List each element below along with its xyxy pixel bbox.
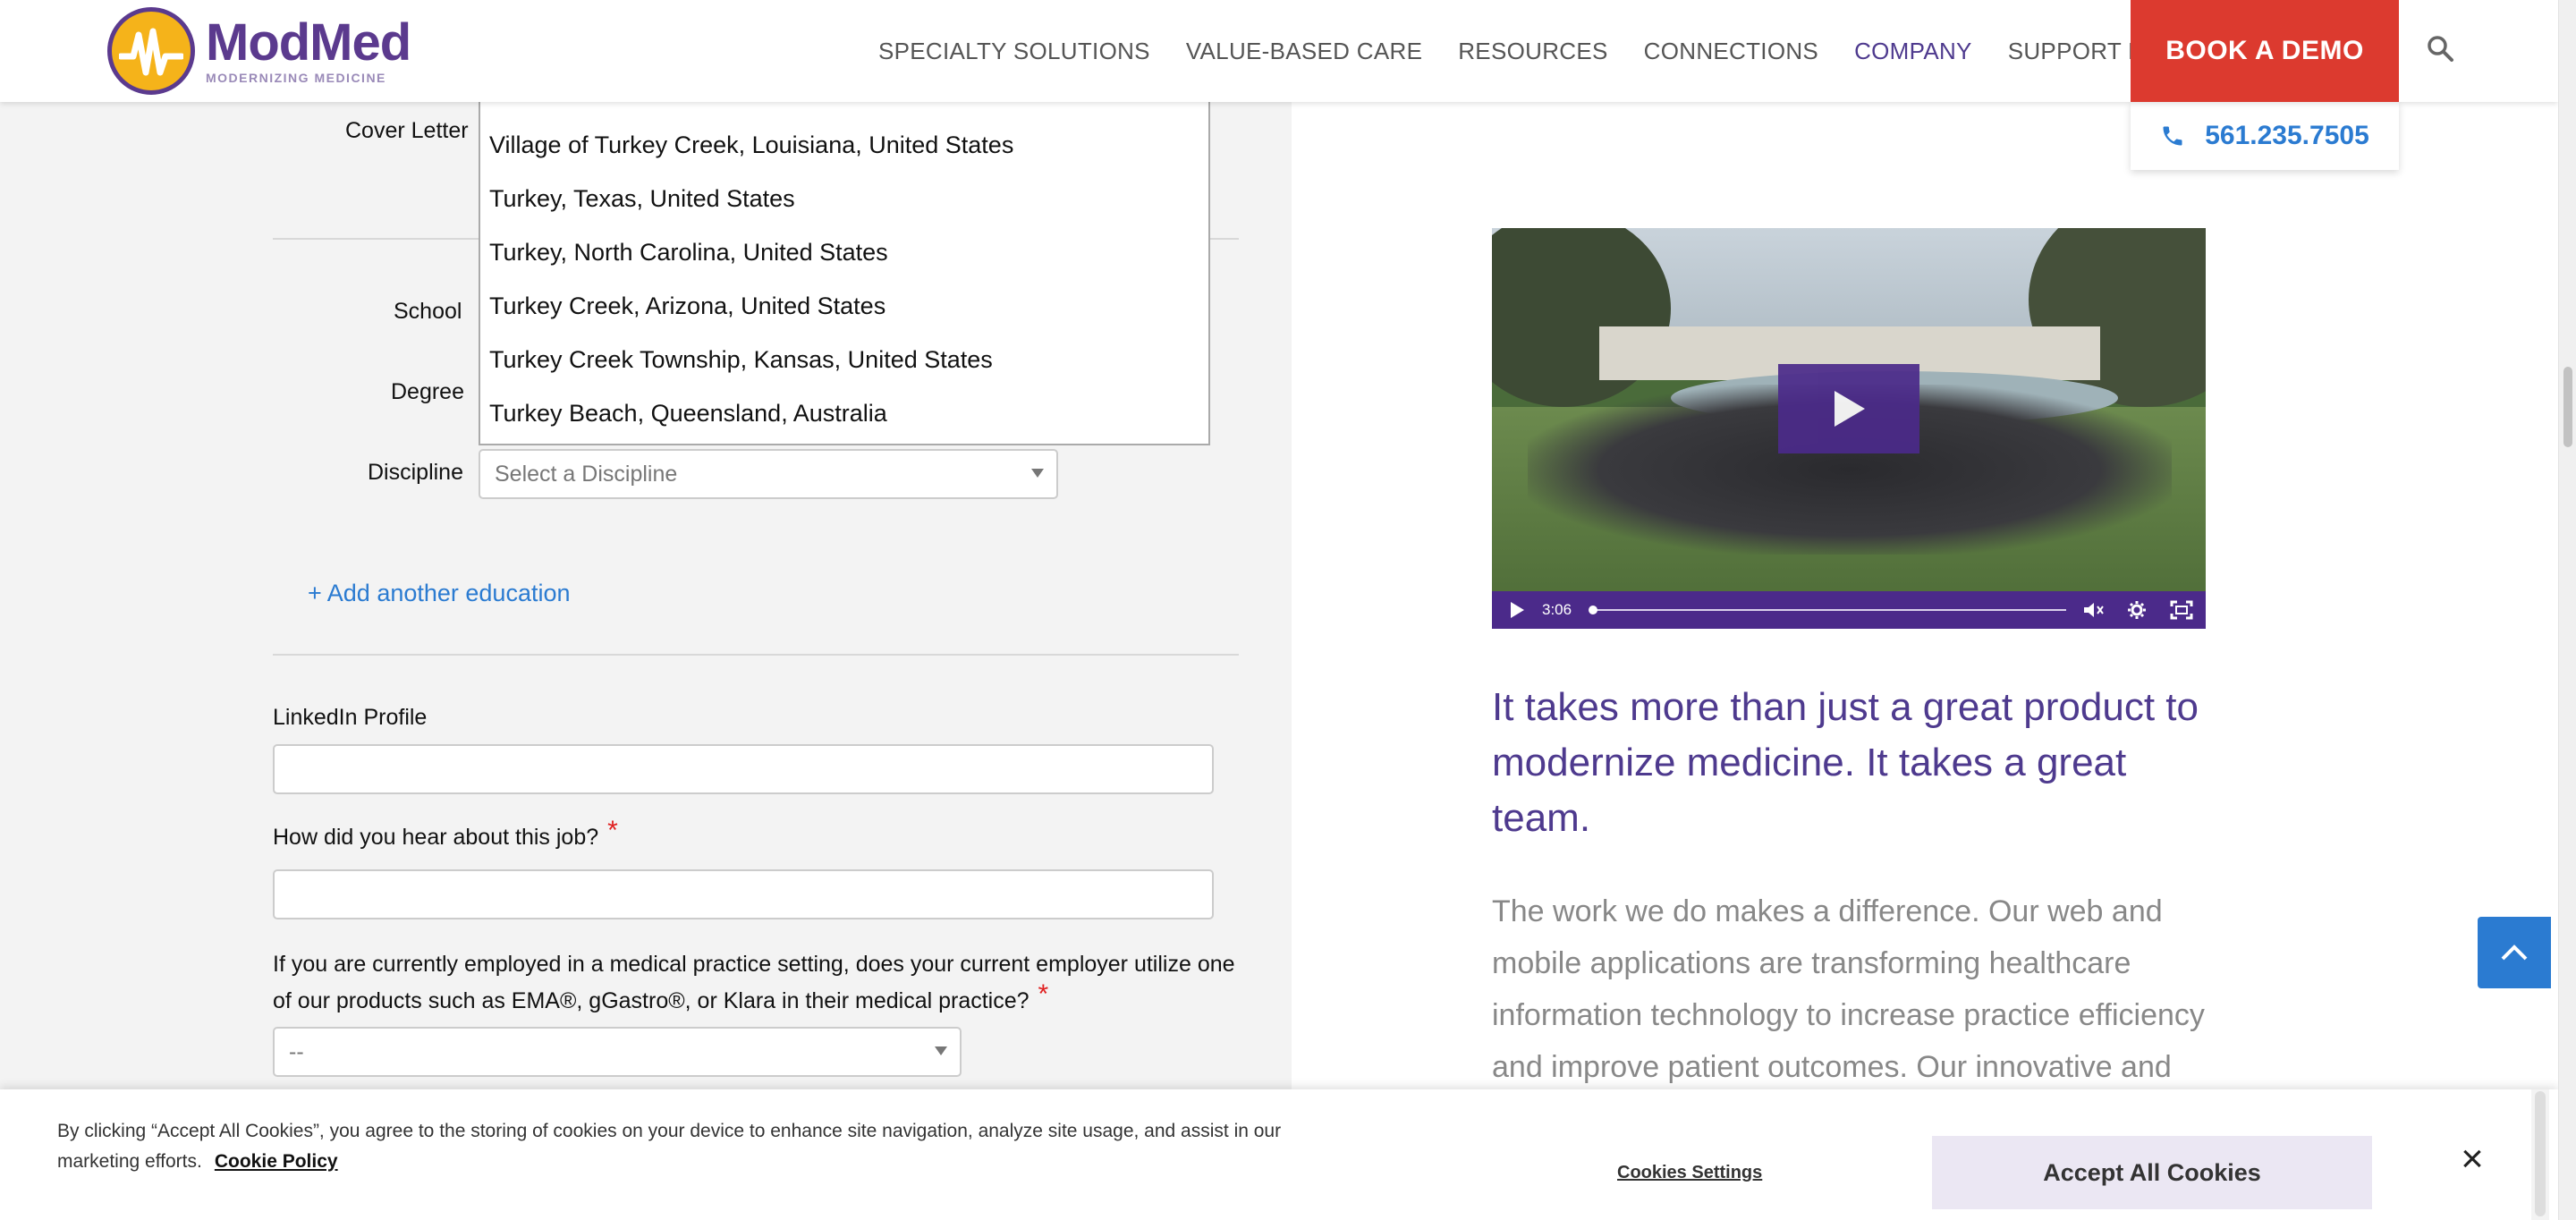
chevron-down-icon [1031,469,1044,478]
settings-icon[interactable] [2127,600,2147,620]
cookie-scroll-thumb[interactable] [2535,1091,2546,1216]
nav-company[interactable]: COMPANY [1854,38,1972,65]
company-body-text: The work we do makes a difference. Our w… [1492,894,2205,1084]
dropdown-item[interactable]: Turkey Creek, Arizona, United States [480,279,1208,333]
book-demo-button[interactable]: BOOK A DEMO [2131,0,2399,102]
cover-letter-label: Cover Letter [345,118,469,143]
video-progress-handle[interactable] [1589,606,1597,614]
discipline-label: Discipline [368,460,463,485]
hear-about-input[interactable] [273,869,1214,919]
logo-mark-icon [107,7,195,95]
volume-icon[interactable] [2082,600,2106,620]
chevron-down-icon [935,1046,947,1055]
modmed-logo[interactable]: ModMed MODERNIZING MEDICINE [107,7,411,95]
employer-select-value: -- [289,1038,304,1064]
add-education-link[interactable]: + Add another education [308,580,571,607]
employer-question-text: If you are currently employed in a medic… [273,952,1235,1013]
required-mark: * [607,816,618,845]
video-duration: 3:06 [1542,601,1572,618]
dropdown-item[interactable]: Turkey Beach, Queensland, Australia [480,386,1208,440]
cookies-settings-button[interactable]: Cookies Settings [1617,1163,1762,1183]
school-label: School [394,299,462,324]
fullscreen-icon[interactable] [2170,600,2193,620]
nav-specialty-solutions[interactable]: SPECIALTY SOLUTIONS [878,38,1150,65]
dropdown-item[interactable]: Turkey, North Carolina, United States [480,225,1208,279]
cookie-text: By clicking “Accept All Cookies”, you ag… [57,1116,1354,1177]
phone-link[interactable]: 561.235.7505 [2131,102,2399,170]
video-controls: 3:06 [1492,591,2206,629]
dropdown-item[interactable]: Village of Turkey Creek, Louisiana, Unit… [480,118,1208,172]
accept-all-cookies-button[interactable]: Accept All Cookies [1932,1136,2372,1209]
back-to-top-button[interactable] [2478,917,2551,988]
play-icon[interactable] [1508,600,1526,620]
cookie-policy-link[interactable]: Cookie Policy [215,1151,338,1172]
company-tagline: It takes more than just a great product … [1492,685,2199,840]
logo-tagline: MODERNIZING MEDICINE [206,71,386,85]
page-scrollbar[interactable] [2558,0,2576,1220]
page-scroll-thumb[interactable] [2563,367,2572,447]
hear-about-text: How did you hear about this job? [273,825,599,850]
chevron-up-icon [2501,945,2528,961]
video-frame [1492,228,1671,407]
cookie-banner: By clicking “Accept All Cookies”, you ag… [0,1089,2558,1220]
search-icon[interactable] [2426,34,2456,64]
employer-question-label: If you are currently employed in a medic… [273,946,1248,1019]
play-icon [1835,391,1865,427]
main-nav: SPECIALTY SOLUTIONS VALUE-BASED CARE RES… [878,0,2237,102]
logo-name: ModMed [206,13,411,72]
play-overlay-button[interactable] [1778,364,1919,453]
nav-connections[interactable]: CONNECTIONS [1644,38,1818,65]
cookie-scrollbar[interactable] [2531,1089,2549,1220]
hear-about-label: How did you hear about this job? * [273,816,618,851]
phone-number: 561.235.7505 [2205,121,2369,150]
page: ModMed MODERNIZING MEDICINE SPECIALTY SO… [0,0,2576,1220]
dropdown-item[interactable]: Turkey Creek Township, Kansas, United St… [480,333,1208,386]
company-video[interactable]: 3:06 [1492,228,2206,629]
linkedin-input[interactable] [273,744,1214,794]
employer-products-select[interactable]: -- [273,1027,962,1077]
close-icon[interactable]: × [2454,1140,2490,1179]
phone-icon [2163,126,2182,146]
required-mark: * [1038,979,1049,1009]
video-progress-track[interactable] [1592,609,2066,611]
location-dropdown: Village of Turkey Creek, Louisiana, Unit… [479,86,1210,445]
discipline-placeholder: Select a Discipline [495,461,678,487]
divider [273,654,1239,656]
site-header: ModMed MODERNIZING MEDICINE SPECIALTY SO… [0,0,2558,102]
discipline-select[interactable]: Select a Discipline [479,449,1058,499]
linkedin-label: LinkedIn Profile [273,705,428,730]
nav-resources[interactable]: RESOURCES [1458,38,1607,65]
dropdown-item[interactable]: Turkey, Texas, United States [480,172,1208,225]
nav-value-based-care[interactable]: VALUE-BASED CARE [1186,38,1422,65]
degree-label: Degree [391,379,464,404]
